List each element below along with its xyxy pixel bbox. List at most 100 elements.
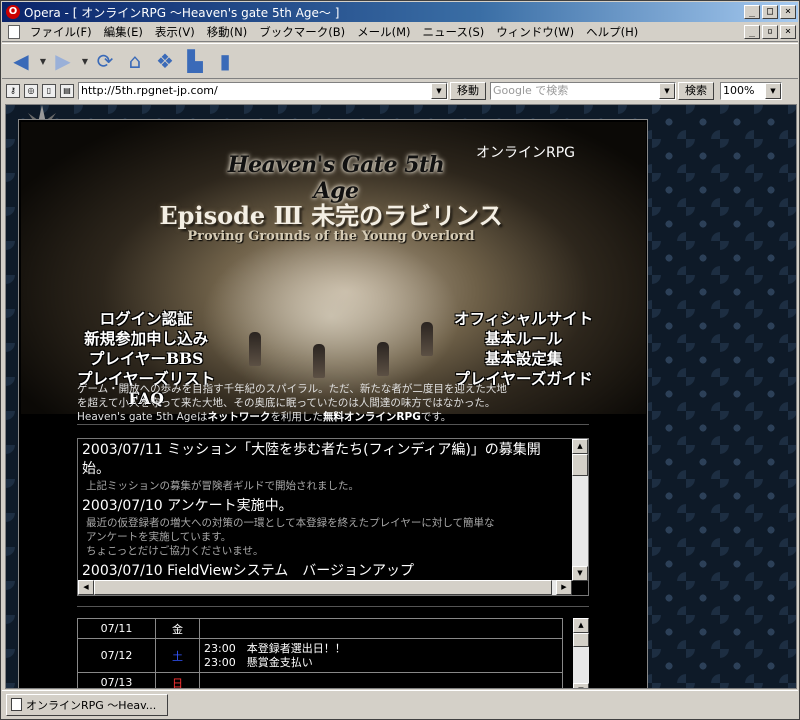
menu-help[interactable]: ヘルプ(H) xyxy=(580,24,644,40)
scroll-up-icon[interactable]: ▲ xyxy=(572,439,588,454)
home-icon[interactable]: ⌂ xyxy=(122,48,148,74)
page-tab-icon xyxy=(11,698,22,711)
scroll-down-icon[interactable]: ▼ xyxy=(572,566,588,581)
navigation-toolbar: ◀ ▼ ▶ ▼ ⟳ ⌂ ❖ ▙ ▮ xyxy=(2,43,798,79)
calendar-row: 07/13 日 xyxy=(77,672,563,688)
news-body: 上記ミッションの募集が冒険者ギルドで開始されました。 xyxy=(86,480,359,492)
news-box: 2003/07/11 ミッション「大陸を歩む者たち(フィンディア編)」の募集開始… xyxy=(77,438,589,596)
status-bar: オンラインRPG 〜Heav... xyxy=(2,690,798,718)
doc-close-button[interactable]: × xyxy=(780,24,796,39)
window-title: Opera - [ オンラインRPG 〜Heaven's gate 5th Ag… xyxy=(24,5,340,20)
page-icon[interactable]: ▮ xyxy=(212,48,238,74)
event-calendar: 07/11 金 07/12 土 23:00 本登録者選出日！！ 23:00 懸賞… xyxy=(77,618,589,688)
page-content: Heaven's Gate 5th Age Episode Ⅲ 未完のラビリンス… xyxy=(18,119,648,688)
zoom-field[interactable]: 100% ▼ xyxy=(720,82,782,100)
nav-login[interactable]: ログイン認証 xyxy=(77,309,215,329)
news-title: 2003/07/11 ミッション「大陸を歩む者たち(フィンディア編)」の募集開始… xyxy=(82,442,541,477)
calendar-events: 23:00 本登録者選出日！！ 23:00 懸賞金支払い xyxy=(199,638,563,673)
close-button[interactable]: × xyxy=(780,5,796,19)
search-field[interactable]: Google で検索 ▼ xyxy=(490,82,676,100)
title-bar: O Opera - [ オンラインRPG 〜Heaven's gate 5th … xyxy=(2,2,798,22)
nav-player-bbs[interactable]: プレイヤーBBS xyxy=(77,349,215,369)
address-bar: ⚷ ◎ ▯ ▤ http://5th.rpgnet-jp.com/ ▼ 移動 G… xyxy=(2,80,798,102)
maximize-button[interactable]: □ xyxy=(762,5,778,19)
menu-mail[interactable]: メール(M) xyxy=(351,24,416,40)
back-history-icon[interactable]: ▼ xyxy=(38,48,48,74)
news-list: 2003/07/11 ミッション「大陸を歩む者たち(フィンディア編)」の募集開始… xyxy=(78,439,572,581)
nav-basic-rules[interactable]: 基本ルール xyxy=(454,329,593,349)
menu-view[interactable]: 表示(V) xyxy=(149,24,201,40)
calendar-scrollbar[interactable]: ▲ ▼ xyxy=(573,618,589,688)
nav-basic-settings[interactable]: 基本設定集 xyxy=(454,349,593,369)
scroll-left-icon[interactable]: ◀ xyxy=(78,580,94,595)
news-title: 2003/07/10 FieldViewシステム バージョンアップ xyxy=(82,563,414,579)
doc-minimize-button[interactable]: _ xyxy=(744,24,760,39)
nav-register[interactable]: 新規参加申し込み xyxy=(77,329,215,349)
url-field[interactable]: http://5th.rpgnet-jp.com/ ▼ xyxy=(78,82,448,100)
menu-bookmarks[interactable]: ブックマーク(B) xyxy=(253,24,351,40)
character-figure xyxy=(313,344,325,378)
hero-banner: Heaven's Gate 5th Age Episode Ⅲ 未完のラビリンス… xyxy=(21,122,646,414)
calendar-date: 07/11 xyxy=(77,618,156,639)
menu-news[interactable]: ニュース(S) xyxy=(417,24,491,40)
corner-label: オンラインRPG xyxy=(476,145,576,161)
zoom-dropdown-icon[interactable]: ▼ xyxy=(765,83,781,99)
calendar-event: 23:00 本登録者選出日！！ xyxy=(204,641,346,655)
back-arrow-icon[interactable]: ◀ xyxy=(8,48,34,74)
network-highlight: ネットワーク xyxy=(207,411,271,423)
page-tab-label: オンラインRPG 〜Heav... xyxy=(26,698,157,712)
page-info-icon[interactable]: ▯ xyxy=(42,84,56,98)
divider xyxy=(77,424,589,425)
menu-edit[interactable]: 編集(E) xyxy=(98,24,149,40)
security-icon[interactable]: ⚷ xyxy=(6,84,20,98)
camera-icon[interactable]: ◎ xyxy=(24,84,38,98)
scroll-thumb[interactable] xyxy=(573,633,589,647)
free-rpg-highlight: 無料オンラインRPG xyxy=(322,411,421,423)
news-horizontal-scrollbar[interactable]: ◀ ▶ xyxy=(78,580,572,595)
scroll-up-icon[interactable]: ▲ xyxy=(573,618,589,633)
hotlist-icon[interactable]: ❖ xyxy=(152,48,178,74)
nav-official-site[interactable]: オフィシャルサイト xyxy=(454,309,593,329)
calendar-date: 07/12 xyxy=(77,638,156,673)
character-figure xyxy=(249,332,261,366)
divider xyxy=(77,606,589,607)
episode-title: Episode Ⅲ 未完のラビリンス xyxy=(159,201,503,230)
calendar-events xyxy=(199,618,563,639)
menu-navigation[interactable]: 移動(N) xyxy=(201,24,254,40)
scroll-thumb[interactable] xyxy=(94,580,552,595)
url-dropdown-icon[interactable]: ▼ xyxy=(431,83,447,99)
forward-history-icon[interactable]: ▼ xyxy=(80,48,90,74)
intro-line: を超えて小人を守って来た大地、その奥底に眠っていたのは人間達の味方ではなかった。 xyxy=(77,397,496,409)
reload-icon[interactable]: ⟳ xyxy=(92,48,118,74)
calendar-date: 07/13 xyxy=(77,672,156,688)
search-placeholder: Google で検索 xyxy=(493,84,569,97)
menu-file[interactable]: ファイル(F) xyxy=(24,24,98,40)
page-tab[interactable]: オンラインRPG 〜Heav... xyxy=(6,693,168,716)
search-engine-dropdown-icon[interactable]: ▼ xyxy=(659,83,675,99)
search-button[interactable]: 検索 xyxy=(678,82,714,100)
forward-arrow-icon[interactable]: ▶ xyxy=(50,48,76,74)
browser-window: O Opera - [ オンラインRPG 〜Heaven's gate 5th … xyxy=(0,0,800,720)
go-button[interactable]: 移動 xyxy=(450,82,486,100)
print-icon[interactable]: ▙ xyxy=(182,48,208,74)
news-title: 2003/07/10 アンケート実施中。 xyxy=(82,498,293,514)
news-vertical-scrollbar[interactable]: ▲ ▼ xyxy=(572,439,588,581)
menu-window[interactable]: ウィンドウ(W) xyxy=(490,24,580,40)
scroll-right-icon[interactable]: ▶ xyxy=(556,580,572,595)
intro-text: ゲーム・開放への歩みを目指す千年紀のスパイラル。ただ、新たな者が二度目を迎えた大… xyxy=(77,382,597,424)
calendar-weekday: 金 xyxy=(155,618,200,639)
doc-restore-button[interactable]: ▫ xyxy=(762,24,778,39)
scroll-down-icon[interactable]: ▼ xyxy=(573,683,589,688)
minimize-button[interactable]: _ xyxy=(744,5,760,19)
news-body: 最近の仮登録者の増大への対策の一環として本登録を終えたプレイヤーに対して簡単な … xyxy=(86,517,495,557)
scroll-thumb[interactable] xyxy=(572,454,588,476)
calendar-row: 07/11 金 xyxy=(77,618,563,639)
menu-bar: ファイル(F) 編集(E) 表示(V) 移動(N) ブックマーク(B) メール(… xyxy=(2,22,798,42)
calendar-weekday: 土 xyxy=(155,638,200,673)
print-small-icon[interactable]: ▤ xyxy=(60,84,74,98)
web-viewport: Heaven's Gate 5th Age Episode Ⅲ 未完のラビリンス… xyxy=(5,104,797,689)
right-nav-menu: オフィシャルサイト 基本ルール 基本設定集 プレイヤーズガイド xyxy=(454,309,593,389)
calendar-table: 07/11 金 07/12 土 23:00 本登録者選出日！！ 23:00 懸賞… xyxy=(77,618,563,688)
intro-line: ゲーム・開放への歩みを目指す千年紀のスパイラル。ただ、新たな者が二度目を迎えた大… xyxy=(77,383,507,395)
calendar-event: 23:00 懸賞金支払い xyxy=(204,655,313,669)
